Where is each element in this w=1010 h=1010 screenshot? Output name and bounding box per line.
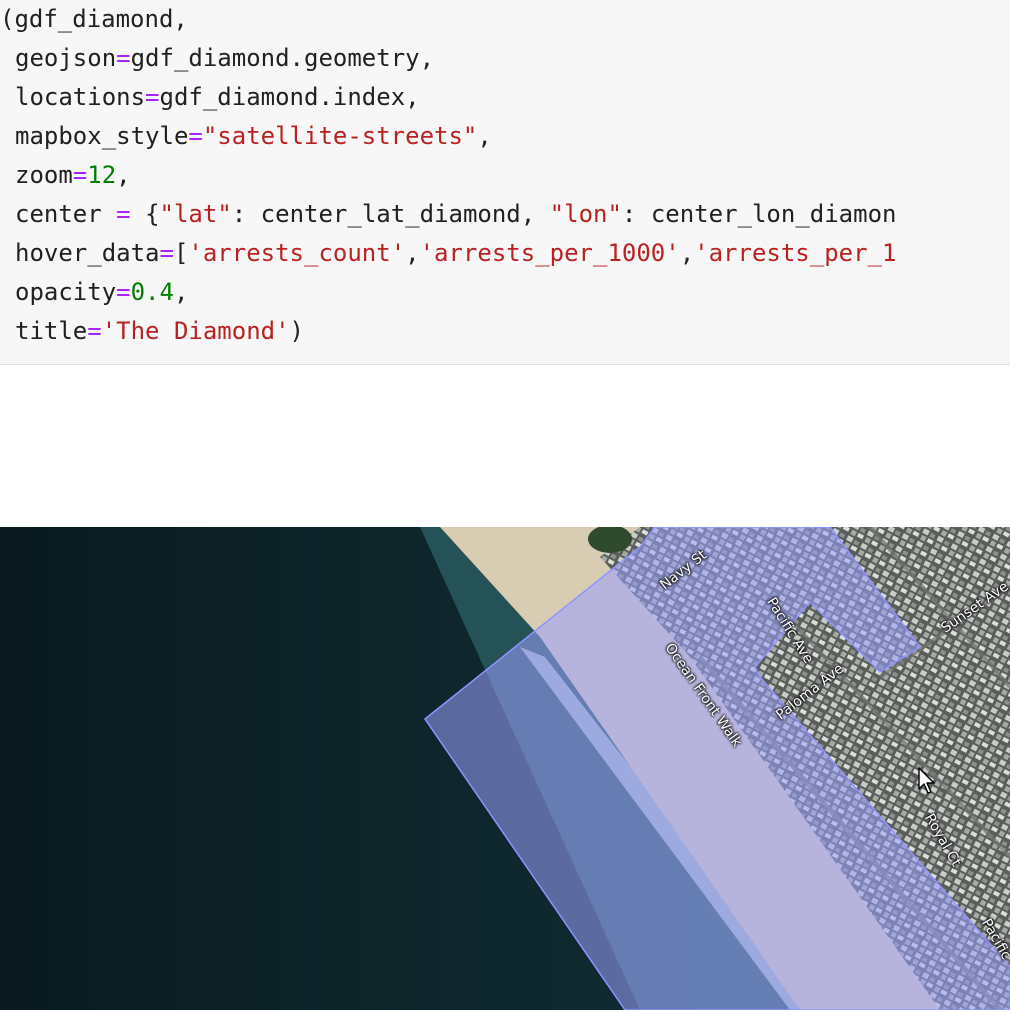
output-area xyxy=(0,365,1010,527)
code-line-8: opacity=0.4, xyxy=(15,278,189,306)
code-line-3: locations=gdf_diamond.index, xyxy=(15,83,420,111)
code-line-9: title='The Diamond') xyxy=(15,317,304,345)
code-cell[interactable]: (gdf_diamond, geojson=gdf_diamond.geomet… xyxy=(0,0,1010,365)
code-line-4: mapbox_style="satellite-streets", xyxy=(15,122,492,150)
code-line-7: hover_data=['arrests_count','arrests_per… xyxy=(15,239,897,267)
code-line-5: zoom=12, xyxy=(15,161,131,189)
satellite-map[interactable]: Navy St Pacific Ave Ocean Front Walk Pal… xyxy=(0,527,1010,1010)
code-line-6: center = {"lat": center_lat_diamond, "lo… xyxy=(15,200,897,228)
mouse-pointer-icon xyxy=(918,767,935,794)
code-line-2: geojson=gdf_diamond.geometry, xyxy=(15,44,435,72)
map-imagery xyxy=(0,527,1010,1010)
code-line-1: (gdf_diamond, xyxy=(0,5,188,33)
